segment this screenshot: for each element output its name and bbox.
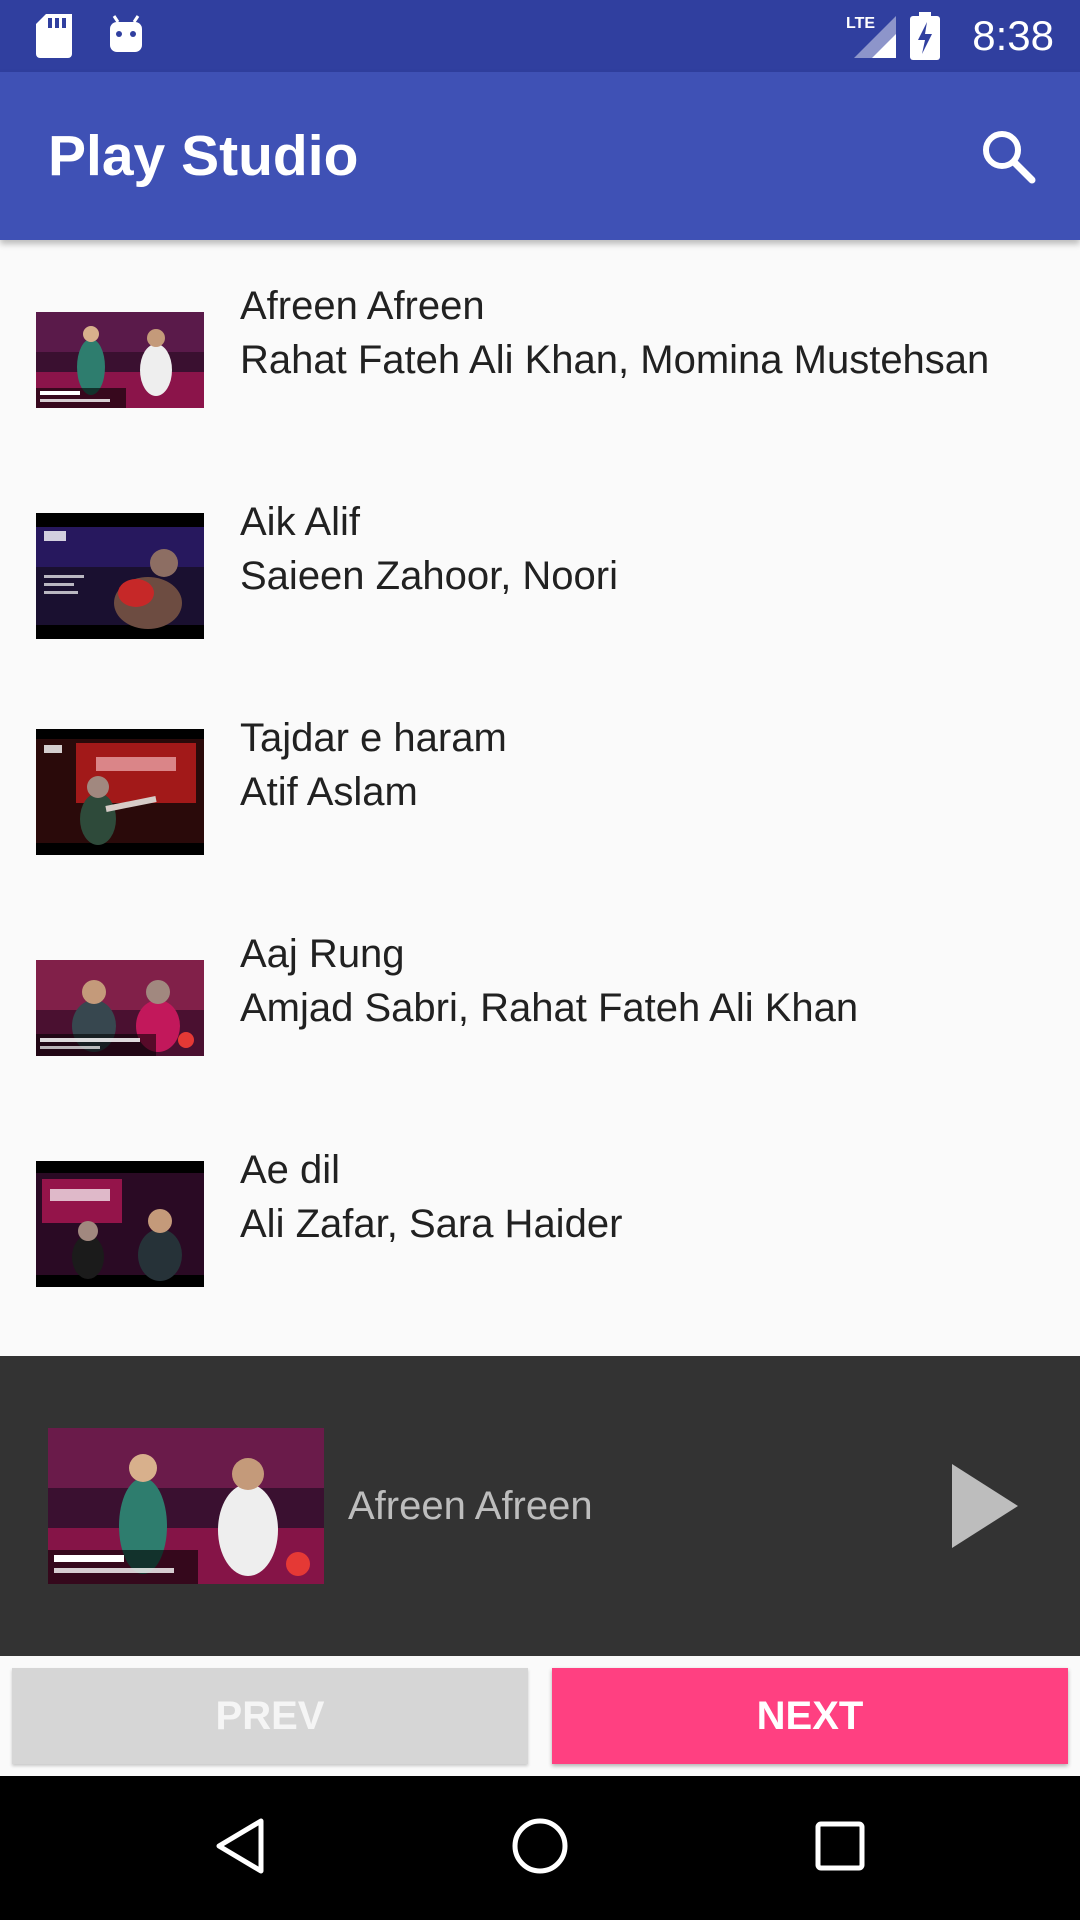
sd-card-icon xyxy=(36,14,72,63)
song-title: Ae dil xyxy=(240,1148,341,1192)
list-item[interactable]: Tajdar e haram Atif Aslam xyxy=(0,672,1080,888)
song-artist: Atif Aslam xyxy=(240,770,418,814)
screen: LTE 8:38 Play Studio Afreen Afreen Rahat… xyxy=(0,0,1080,1920)
battery-charging-icon xyxy=(910,12,940,65)
search-button[interactable] xyxy=(972,122,1044,194)
song-artist: Amjad Sabri, Rahat Fateh Ali Khan xyxy=(240,986,859,1030)
status-time: 8:38 xyxy=(972,12,1054,59)
song-title: Aik Alif xyxy=(240,500,361,544)
now-playing-thumbnail xyxy=(48,1428,324,1584)
song-thumbnail xyxy=(36,960,204,1056)
network-type-label: LTE xyxy=(846,15,875,32)
list-item[interactable]: Ae dil Ali Zafar, Sara Haider xyxy=(0,1104,1080,1320)
song-title: Tajdar e haram xyxy=(240,716,507,760)
next-button[interactable]: NEXT xyxy=(552,1668,1068,1764)
app-bar: Play Studio xyxy=(0,72,1080,240)
playback-controls: PREV NEXT xyxy=(0,1656,1080,1776)
song-title: Afreen Afreen xyxy=(240,284,485,328)
song-thumbnail xyxy=(36,1161,204,1287)
recents-button[interactable] xyxy=(804,1812,876,1884)
search-icon xyxy=(978,126,1038,191)
song-thumbnail xyxy=(36,513,204,639)
now-playing-title: Afreen Afreen xyxy=(348,1484,593,1528)
play-button[interactable] xyxy=(936,1460,1032,1556)
song-thumbnail xyxy=(36,729,204,855)
recents-icon xyxy=(813,1819,867,1878)
android-debug-icon xyxy=(106,14,146,59)
list-item[interactable]: Afreen Afreen Rahat Fateh Ali Khan, Momi… xyxy=(0,240,1080,456)
song-thumbnail xyxy=(36,312,204,408)
app-title: Play Studio xyxy=(48,124,359,188)
navigation-bar xyxy=(0,1776,1080,1920)
song-artist: Saieen Zahoor, Noori xyxy=(240,554,619,598)
list-item[interactable]: Aaj Rung Amjad Sabri, Rahat Fateh Ali Kh… xyxy=(0,888,1080,1104)
home-icon xyxy=(510,1816,570,1881)
song-artist: Ali Zafar, Sara Haider xyxy=(240,1202,623,1246)
list-item[interactable]: Aik Alif Saieen Zahoor, Noori xyxy=(0,456,1080,672)
status-bar: LTE 8:38 xyxy=(0,0,1080,72)
back-button[interactable] xyxy=(204,1812,276,1884)
home-button[interactable] xyxy=(504,1812,576,1884)
play-icon xyxy=(948,1463,1020,1553)
song-title: Aaj Rung xyxy=(240,932,405,976)
signal-icon: LTE xyxy=(844,12,900,65)
prev-button[interactable]: PREV xyxy=(12,1668,528,1764)
song-list: Afreen Afreen Rahat Fateh Ali Khan, Momi… xyxy=(0,240,1080,1356)
song-artist: Rahat Fateh Ali Khan, Momina Mustehsan xyxy=(240,338,990,382)
now-playing-bar[interactable]: Afreen Afreen xyxy=(0,1356,1080,1656)
back-icon xyxy=(213,1816,267,1881)
